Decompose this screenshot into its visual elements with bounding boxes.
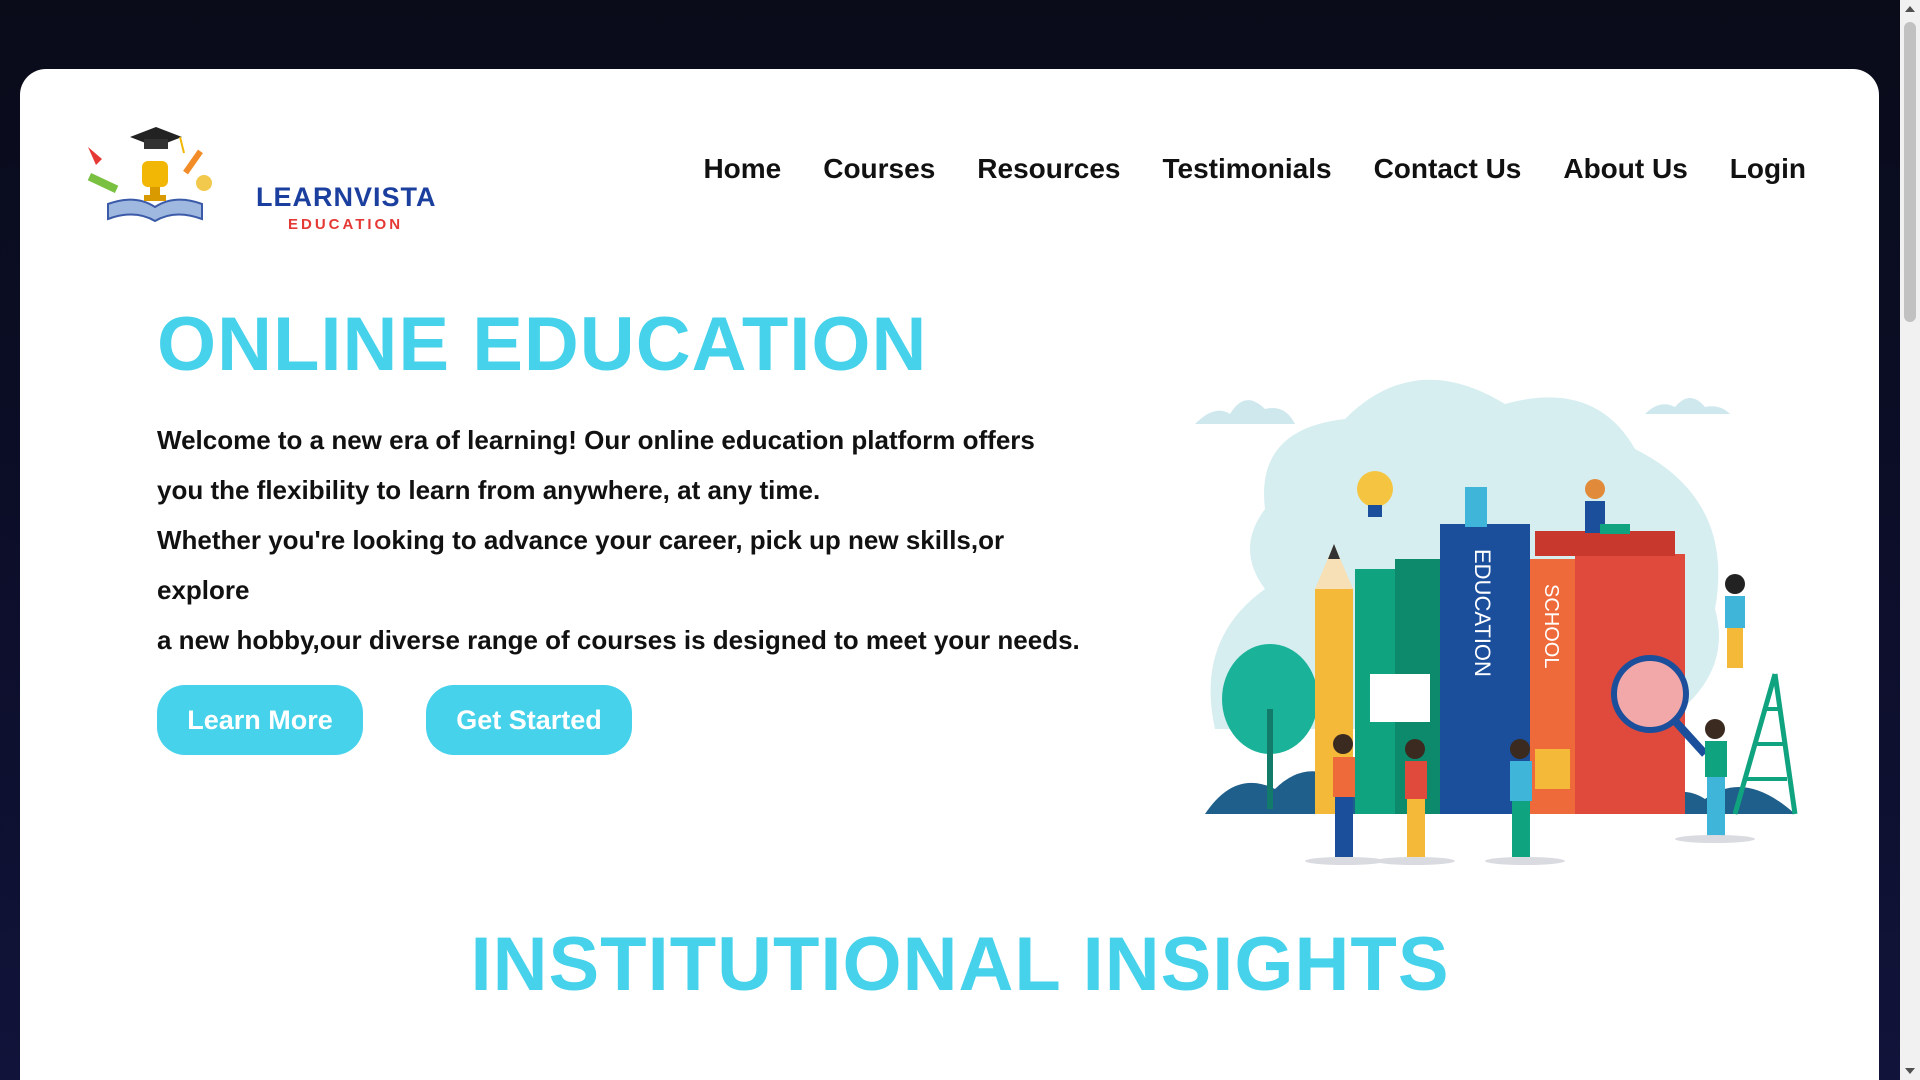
nav-about-us[interactable]: About Us [1563, 153, 1687, 185]
learn-more-button[interactable]: Learn More [157, 685, 363, 755]
nav-testimonials[interactable]: Testimonials [1162, 153, 1331, 185]
scrollbar-thumb[interactable] [1904, 22, 1916, 322]
main-nav: Home Courses Resources Testimonials Cont… [661, 153, 1806, 185]
page-card: LEARNVISTA EDUCATION Home Courses Resour… [20, 69, 1879, 1080]
brand-name: LEARNVISTA [256, 182, 437, 212]
page-scrollbar[interactable] [1900, 0, 1920, 1080]
book-label-school: SCHOOL [1540, 584, 1562, 668]
hero-title: ONLINE EDUCATION [157, 302, 928, 387]
nav-courses[interactable]: Courses [823, 153, 935, 185]
education-illustration: EDUCATION SCHOOL [1195, 379, 1798, 865]
book-label-education: EDUCATION [1470, 549, 1495, 677]
hero-line: Welcome to a new era of learning! Our on… [157, 425, 1035, 455]
hero-line: explore [157, 575, 250, 605]
hero-description: Welcome to a new era of learning! Our on… [157, 415, 1167, 665]
nav-resources[interactable]: Resources [977, 153, 1120, 185]
hero-line: Whether you're looking to advance your c… [157, 525, 1005, 555]
nav-login[interactable]: Login [1730, 153, 1806, 185]
logo-icon [87, 127, 212, 223]
nav-contact-us[interactable]: Contact Us [1374, 153, 1522, 185]
brand-logo[interactable]: LEARNVISTA EDUCATION [80, 109, 436, 233]
get-started-button[interactable]: Get Started [426, 685, 632, 755]
scroll-up-arrow-icon[interactable] [1905, 6, 1915, 12]
nav-home[interactable]: Home [703, 153, 781, 185]
hero-line: a new hobby,our diverse range of courses… [157, 625, 1080, 655]
brand-subtitle: EDUCATION [288, 216, 404, 233]
hero-line: you the flexibility to learn from anywhe… [157, 475, 821, 505]
section-title-institutional-insights: INSTITUTIONAL INSIGHTS [470, 922, 1450, 1007]
scroll-down-arrow-icon[interactable] [1905, 1068, 1915, 1074]
